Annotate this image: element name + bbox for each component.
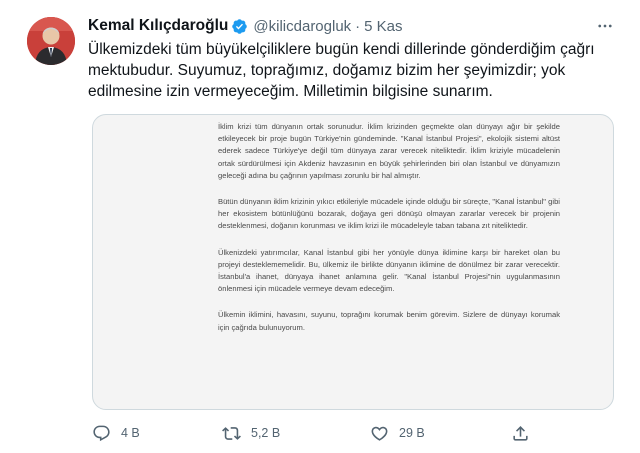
reply-icon: [93, 425, 110, 441]
like-button[interactable]: 29 B: [370, 420, 425, 446]
share-button[interactable]: [511, 420, 540, 446]
letter-paragraph: İklim krizi tüm dünyanın ortak sorunudur…: [218, 122, 560, 180]
tweet-actions: 4 B 5,2 B 29 B: [92, 420, 612, 446]
reply-count: 4 B: [121, 426, 140, 440]
separator-dot: ·: [355, 17, 361, 35]
letter-text: İklim krizi tüm dünyanın ortak sorunudur…: [218, 121, 560, 348]
letter-paragraph: Ülkenizdeki yatırımcılar, Kanal İstanbul…: [218, 247, 560, 294]
more-icon: [598, 24, 612, 28]
heart-icon: [371, 426, 388, 441]
reply-button[interactable]: 4 B: [92, 420, 140, 446]
more-button[interactable]: [594, 15, 616, 37]
retweet-count: 5,2 B: [251, 426, 281, 440]
share-icon: [513, 425, 528, 441]
tweet-header: Kemal Kılıçdaroğlu @kilicdarogluk · 5 Ka…: [88, 15, 620, 37]
avatar-photo-icon: [27, 17, 75, 65]
avatar[interactable]: [27, 17, 75, 65]
letter-paragraph: Ülkemin iklimini, havasını, suyunu, topr…: [218, 310, 560, 332]
retweet-button[interactable]: 5,2 B: [222, 420, 280, 446]
author-display-name[interactable]: Kemal Kılıçdaroğlu: [88, 17, 228, 35]
retweet-icon: [222, 426, 241, 440]
author-handle[interactable]: @kilicdarogluk: [253, 18, 351, 35]
verified-badge-icon: [232, 18, 248, 34]
tweet-text: Ülkemizdeki tüm büyükelçiliklere bugün k…: [88, 41, 595, 100]
like-count: 29 B: [399, 426, 425, 440]
tweet-date[interactable]: 5 Kas: [364, 18, 402, 35]
media-image[interactable]: İklim krizi tüm dünyanın ortak sorunudur…: [92, 114, 614, 410]
letter-paragraph: Bütün dünyanın iklim krizinin yıkıcı etk…: [218, 197, 560, 231]
